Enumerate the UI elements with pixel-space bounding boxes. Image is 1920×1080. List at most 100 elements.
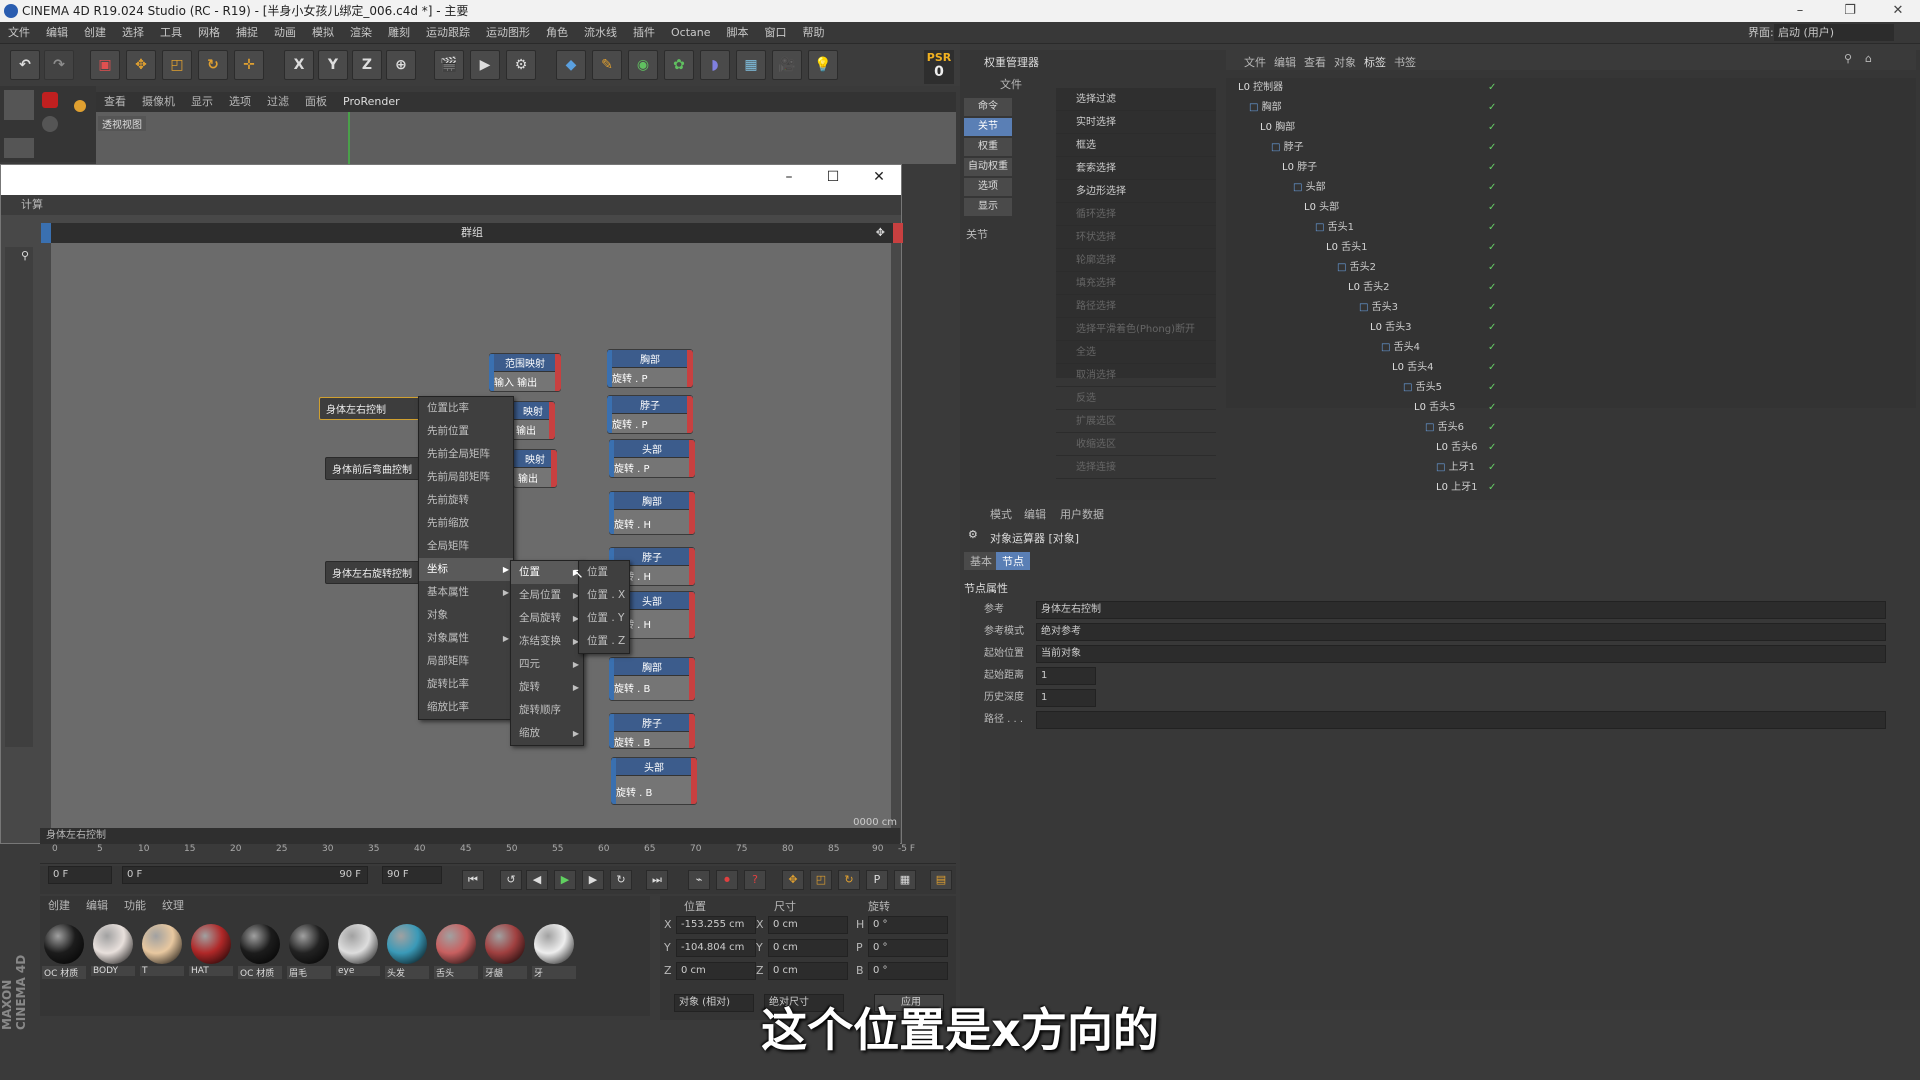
node-range-mapper-2[interactable]: 映射 输出: [511, 401, 555, 440]
obj-menu-objects[interactable]: 对象: [1334, 54, 1356, 70]
menu-window[interactable]: 窗口: [757, 22, 795, 44]
coord-rotation-field[interactable]: 0 °: [868, 916, 948, 934]
tree-joint-item[interactable]: L0 上牙1: [1436, 478, 1478, 498]
end-frame-field[interactable]: 90 F: [382, 866, 442, 884]
minimize-button[interactable]: –: [1780, 0, 1820, 22]
record-key-icon[interactable]: ⏺: [716, 870, 738, 890]
world-coords-icon[interactable]: ⊕: [386, 50, 416, 80]
weight-command-item-disabled[interactable]: 循环选择: [1056, 203, 1216, 226]
transform-icon[interactable]: ✛: [234, 50, 264, 80]
weight-command-item[interactable]: 框选: [1056, 134, 1216, 157]
node-chest-h[interactable]: 胸部 旋转 . H: [609, 491, 695, 535]
tree-object-item[interactable]: □ 头部: [1293, 178, 1326, 198]
weight-tab[interactable]: 选项: [964, 178, 1012, 196]
weight-command-item[interactable]: 实时选择: [1056, 111, 1216, 134]
node-neck-b[interactable]: 脖子 旋转 . B: [609, 713, 695, 749]
visibility-check-icon[interactable]: ✓: [1488, 378, 1496, 398]
menu-select[interactable]: 选择: [114, 22, 152, 44]
menu-item[interactable]: 先前缩放: [419, 512, 513, 535]
goto-start-icon[interactable]: ⏮: [462, 870, 484, 890]
menu-mograph[interactable]: 运动图形: [478, 22, 538, 44]
weight-tab[interactable]: 命令: [964, 98, 1012, 116]
move-group-icon[interactable]: ✥: [876, 223, 885, 243]
attr-menu-mode[interactable]: 模式: [990, 506, 1012, 522]
coord-position-field[interactable]: 0 cm: [676, 962, 756, 980]
visibility-check-icon[interactable]: ✓: [1488, 358, 1496, 378]
visibility-check-icon[interactable]: ✓: [1488, 158, 1496, 178]
menu-item[interactable]: 对象: [419, 604, 513, 627]
weight-command-item-disabled[interactable]: 轮廓选择: [1056, 249, 1216, 272]
submenu-item[interactable]: 缩放 ▶: [511, 722, 583, 745]
floor-icon[interactable]: ▦: [736, 50, 766, 80]
tree-object-item[interactable]: □ 舌头6: [1425, 418, 1464, 438]
menu-animate[interactable]: 动画: [266, 22, 304, 44]
menu-item[interactable]: 先前旋转: [419, 489, 513, 512]
material-swatch[interactable]: 牙龈: [483, 922, 527, 992]
viewport-menu-options[interactable]: 选项: [221, 92, 259, 112]
weight-command-item-disabled[interactable]: 选择连接: [1056, 456, 1216, 479]
coord-size-field[interactable]: 0 cm: [768, 939, 848, 957]
visibility-check-icon[interactable]: ✓: [1488, 258, 1496, 278]
attr-value-field[interactable]: 1: [1036, 689, 1096, 707]
obj-menu-bookmarks[interactable]: 书签: [1394, 54, 1416, 70]
object-mode-icon[interactable]: [4, 138, 34, 158]
node-chest-b[interactable]: 胸部 旋转 . B: [609, 657, 695, 701]
node-body-fb-bend-control[interactable]: 身体前后弯曲控制: [325, 457, 425, 480]
tree-object-item[interactable]: □ 舌头4: [1381, 338, 1420, 358]
visibility-check-icon[interactable]: ✓: [1488, 198, 1496, 218]
menu-character[interactable]: 角色: [538, 22, 576, 44]
rotate-icon[interactable]: ↻: [198, 50, 228, 80]
tab-calculate[interactable]: 计算: [21, 198, 43, 211]
next-key-icon[interactable]: ↻: [610, 870, 632, 890]
prev-frame-icon[interactable]: ◀: [526, 870, 548, 890]
group-input-port[interactable]: [41, 223, 51, 243]
menu-render[interactable]: 渲染: [342, 22, 380, 44]
attr-menu-userdata[interactable]: 用户数据: [1060, 506, 1104, 522]
tree-joint-item[interactable]: L0 头部: [1304, 198, 1339, 218]
weight-command-item-disabled[interactable]: 扩展选区: [1056, 410, 1216, 433]
goto-end-icon[interactable]: ⏭: [646, 870, 668, 890]
attr-value-field[interactable]: 绝对参考: [1036, 623, 1886, 641]
menu-item[interactable]: 先前位置: [419, 420, 513, 443]
obj-menu-file[interactable]: 文件: [1244, 54, 1266, 70]
key-rotation-icon[interactable]: ↻: [838, 870, 860, 890]
menu-item[interactable]: 基本属性 ▶: [419, 581, 513, 604]
tree-object-item[interactable]: □ 上牙1: [1436, 458, 1475, 478]
material-swatch[interactable]: OC 材质: [42, 922, 86, 992]
tab-basic[interactable]: 基本: [964, 552, 998, 570]
xpresso-minimize-button[interactable]: –: [769, 169, 809, 191]
visibility-check-icon[interactable]: ✓: [1488, 458, 1496, 478]
weight-command-item-disabled[interactable]: 收缩选区: [1056, 433, 1216, 456]
weight-tab[interactable]: 权重: [964, 138, 1012, 156]
pen-icon[interactable]: ✎: [592, 50, 622, 80]
node-head-b[interactable]: 头部 旋转 . B: [611, 757, 697, 805]
timeline-ruler[interactable]: 0 5 10 15 20 25 30 35 40 45 50 55 60 65 …: [40, 844, 956, 864]
viewport-menu-prorender[interactable]: ProRender: [335, 92, 408, 112]
coord-rotation-field[interactable]: 0 °: [868, 962, 948, 980]
home-icon[interactable]: ⌂: [1865, 52, 1872, 65]
tree-object-item[interactable]: □ 脖子: [1271, 138, 1304, 158]
weight-file-menu[interactable]: 文件: [1000, 76, 1022, 92]
weight-command-item-disabled[interactable]: 反选: [1056, 387, 1216, 410]
key-pla-icon[interactable]: ▦: [894, 870, 916, 890]
light-icon[interactable]: 💡: [808, 50, 838, 80]
points-mode-icon[interactable]: [74, 100, 86, 112]
frame-range-slider[interactable]: 0 F 90 F: [122, 866, 368, 884]
cube-icon[interactable]: ◆: [556, 50, 586, 80]
node-head-p[interactable]: 头部 旋转 . P: [609, 439, 695, 478]
visibility-check-icon[interactable]: ✓: [1488, 318, 1496, 338]
menu-item[interactable]: 先前局部矩阵: [419, 466, 513, 489]
tree-object-item[interactable]: □ 舌头3: [1359, 298, 1398, 318]
weight-tab[interactable]: 自动权重: [964, 158, 1012, 176]
submenu-item-position-y[interactable]: 位置 . Y: [579, 607, 629, 630]
node-neck-p[interactable]: 脖子 旋转 . P: [607, 395, 693, 434]
tree-joint-item[interactable]: L0 控制器: [1238, 78, 1283, 98]
menu-item[interactable]: 局部矩阵: [419, 650, 513, 673]
tree-joint-item[interactable]: L0 舌头2: [1348, 278, 1390, 298]
next-frame-icon[interactable]: ▶: [582, 870, 604, 890]
attr-value-field[interactable]: 当前对象: [1036, 645, 1886, 663]
tree-object-item[interactable]: □ 舌头5: [1403, 378, 1442, 398]
material-swatch[interactable]: HAT: [189, 922, 233, 992]
menu-motion-tracking[interactable]: 运动跟踪: [418, 22, 478, 44]
menu-pipeline[interactable]: 流水线: [576, 22, 625, 44]
